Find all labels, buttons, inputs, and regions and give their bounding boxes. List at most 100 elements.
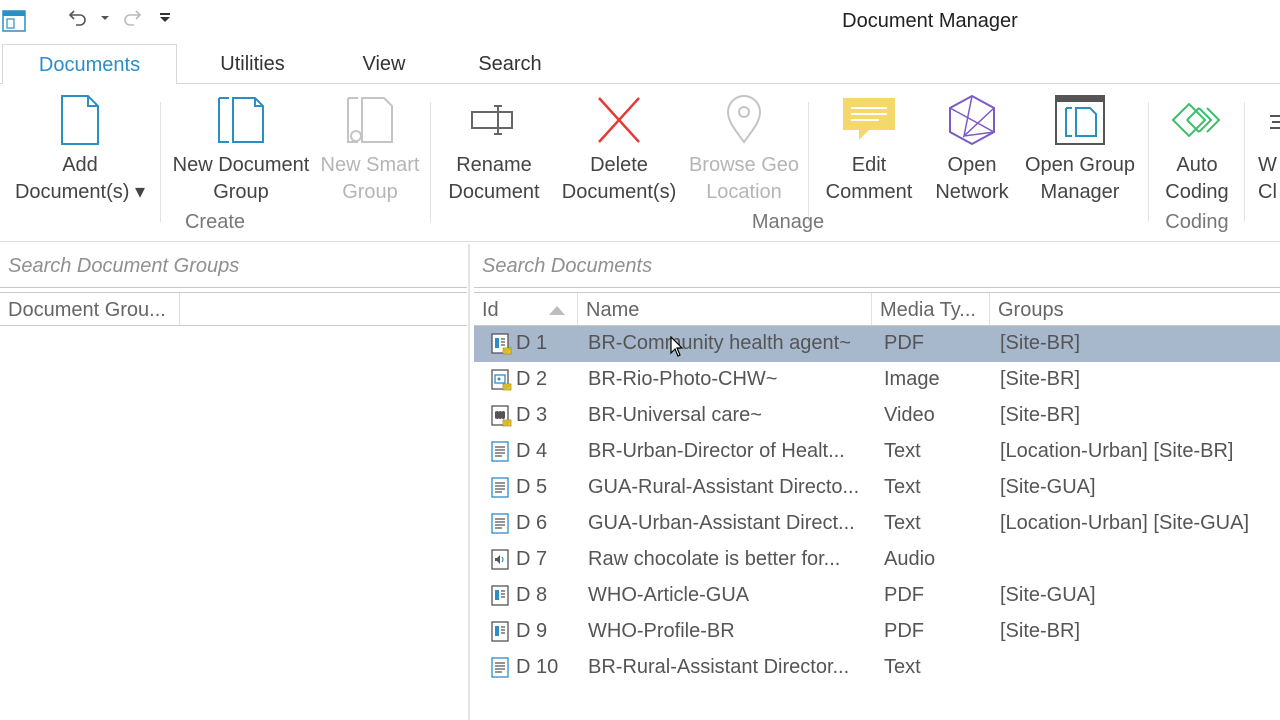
document-id: D 5 xyxy=(516,476,548,498)
document-id: D 2 xyxy=(516,368,548,390)
document-id: D 10 xyxy=(516,656,559,678)
document-media-type: Image xyxy=(884,368,940,390)
tab-search[interactable]: Search xyxy=(460,44,560,84)
browse-geo-location-button[interactable]: Browse Geo Location xyxy=(686,92,802,206)
ribbon-separator xyxy=(808,102,809,222)
document-id: D 7 xyxy=(516,548,548,570)
document-id: D 6 xyxy=(516,512,548,534)
open-network-label: Open Network xyxy=(935,154,1009,203)
table-row[interactable]: D 2 BR-Rio-Photo-CHW~ Image [Site-BR] xyxy=(474,362,1280,398)
rename-icon xyxy=(471,105,513,135)
auto-coding-button[interactable]: Auto Coding xyxy=(1156,92,1238,206)
delete-icon xyxy=(598,97,640,143)
document-media-type: Text xyxy=(884,656,921,678)
document-id: D 3 xyxy=(516,404,548,426)
search-documents-input[interactable] xyxy=(482,255,1272,278)
ribbon-separator xyxy=(160,102,161,222)
document-groups-header: Document Grou... xyxy=(0,292,467,326)
partial-icon xyxy=(1270,115,1280,129)
table-row[interactable]: D 1 BR-Community health agent~ PDF [Site… xyxy=(474,326,1280,362)
document-groups: [Site-BR] xyxy=(1000,332,1081,354)
delete-documents-button[interactable]: Delete Document(s) xyxy=(556,92,682,206)
tab-view[interactable]: View xyxy=(340,44,428,84)
video-icon xyxy=(491,405,512,427)
document-id: D 1 xyxy=(516,332,548,354)
column-header-groups[interactable]: Groups xyxy=(990,293,1280,325)
open-group-manager-label: Open Group Manager xyxy=(1024,154,1136,203)
new-document-group-button[interactable]: New Document Group xyxy=(168,92,314,206)
table-row[interactable]: D 8 WHO-Article-GUA PDF [Site-GUA] xyxy=(474,578,1280,614)
partial-ribbon-button[interactable]: W Cl xyxy=(1258,92,1280,206)
ribbon-tabs: Documents Utilities View Search xyxy=(0,42,1280,85)
app-icon xyxy=(2,10,26,32)
search-documents xyxy=(474,244,1280,288)
comment-icon xyxy=(843,98,895,140)
column-header-name[interactable]: Name xyxy=(578,293,872,325)
open-group-manager-button[interactable]: Open Group Manager xyxy=(1020,92,1140,206)
customize-icon xyxy=(160,13,170,22)
pdf-icon xyxy=(491,585,509,606)
title-bar: Document Manager xyxy=(0,0,1280,42)
group-manager-icon xyxy=(1055,95,1105,145)
rename-document-label: Rename Document xyxy=(448,154,540,203)
document-group-icon xyxy=(218,97,264,143)
ribbon-separator xyxy=(1148,102,1149,222)
new-document-group-label: New Document Group xyxy=(172,154,310,203)
delete-documents-label: Delete Document(s) xyxy=(561,154,677,203)
table-row[interactable]: D 9 WHO-Profile-BR PDF [Site-BR] xyxy=(474,614,1280,650)
document-name: WHO-Profile-BR xyxy=(588,620,735,642)
table-row[interactable]: D 3 BR-Universal care~ Video [Site-BR] xyxy=(474,398,1280,434)
auto-coding-icon xyxy=(1171,102,1221,138)
edit-comment-button[interactable]: Edit Comment xyxy=(816,92,922,206)
group-label-coding: Coding xyxy=(1165,211,1229,233)
column-header-document-group[interactable]: Document Grou... xyxy=(0,293,180,325)
document-groups: [Site-BR] xyxy=(1000,368,1081,390)
document-media-type: PDF xyxy=(884,332,924,354)
document-media-type: Text xyxy=(884,476,921,498)
undo-dropdown[interactable] xyxy=(100,6,110,30)
new-document-icon xyxy=(61,95,99,145)
table-row[interactable]: D 5 GUA-Rural-Assistant Directo... Text … xyxy=(474,470,1280,506)
redo-button[interactable] xyxy=(122,6,144,30)
pdf-icon xyxy=(491,333,512,355)
document-media-type: Video xyxy=(884,404,935,426)
open-network-button[interactable]: Open Network xyxy=(926,92,1018,206)
ribbon: Add Document(s) ▾ New Document Group New… xyxy=(0,84,1280,242)
document-name: Raw chocolate is better for... xyxy=(588,548,841,570)
group-label-create: Create xyxy=(184,211,246,233)
auto-coding-label: Auto Coding xyxy=(1165,154,1229,203)
browse-geo-location-label: Browse Geo Location xyxy=(688,154,800,203)
document-name: BR-Rio-Photo-CHW~ xyxy=(588,368,778,390)
rename-document-button[interactable]: Rename Document xyxy=(440,92,548,206)
column-header-id[interactable]: Id xyxy=(474,293,578,325)
documents-table-header: Id Name Media Ty... Groups xyxy=(474,292,1280,326)
location-pin-icon xyxy=(726,95,762,144)
search-document-groups-input[interactable] xyxy=(8,255,459,278)
table-row[interactable]: D 7 Raw chocolate is better for... Audio xyxy=(474,542,1280,578)
document-groups: [Location-Urban] [Site-BR] xyxy=(1000,440,1234,462)
smart-group-icon xyxy=(347,97,393,143)
document-groups-pane: Document Grou... xyxy=(0,244,467,720)
add-documents-button[interactable]: Add Document(s) ▾ xyxy=(10,92,150,206)
chevron-down-icon xyxy=(101,16,109,20)
tab-utilities[interactable]: Utilities xyxy=(200,44,305,84)
table-row[interactable]: D 6 GUA-Urban-Assistant Direct... Text [… xyxy=(474,506,1280,542)
pdf-icon xyxy=(491,621,509,642)
table-row[interactable]: D 4 BR-Urban-Director of Healt... Text [… xyxy=(474,434,1280,470)
document-name: BR-Urban-Director of Healt... xyxy=(588,440,845,462)
table-row[interactable]: D 10 BR-Rural-Assistant Director... Text xyxy=(474,650,1280,686)
customize-quick-access-button[interactable] xyxy=(158,6,172,30)
undo-button[interactable] xyxy=(66,6,88,30)
pane-splitter[interactable] xyxy=(468,244,470,720)
tab-documents[interactable]: Documents xyxy=(2,44,177,85)
document-name: GUA-Urban-Assistant Direct... xyxy=(588,512,855,534)
document-name: WHO-Article-GUA xyxy=(588,584,750,606)
new-smart-group-button[interactable]: New Smart Group xyxy=(318,92,422,206)
column-header-media-type[interactable]: Media Ty... xyxy=(872,293,990,325)
new-smart-group-label: New Smart Group xyxy=(320,154,420,203)
document-groups: [Location-Urban] [Site-GUA] xyxy=(1000,512,1249,534)
text-icon xyxy=(491,477,509,498)
document-media-type: Text xyxy=(884,512,921,534)
network-icon xyxy=(949,94,995,146)
group-label-manage: Manage xyxy=(751,211,825,233)
